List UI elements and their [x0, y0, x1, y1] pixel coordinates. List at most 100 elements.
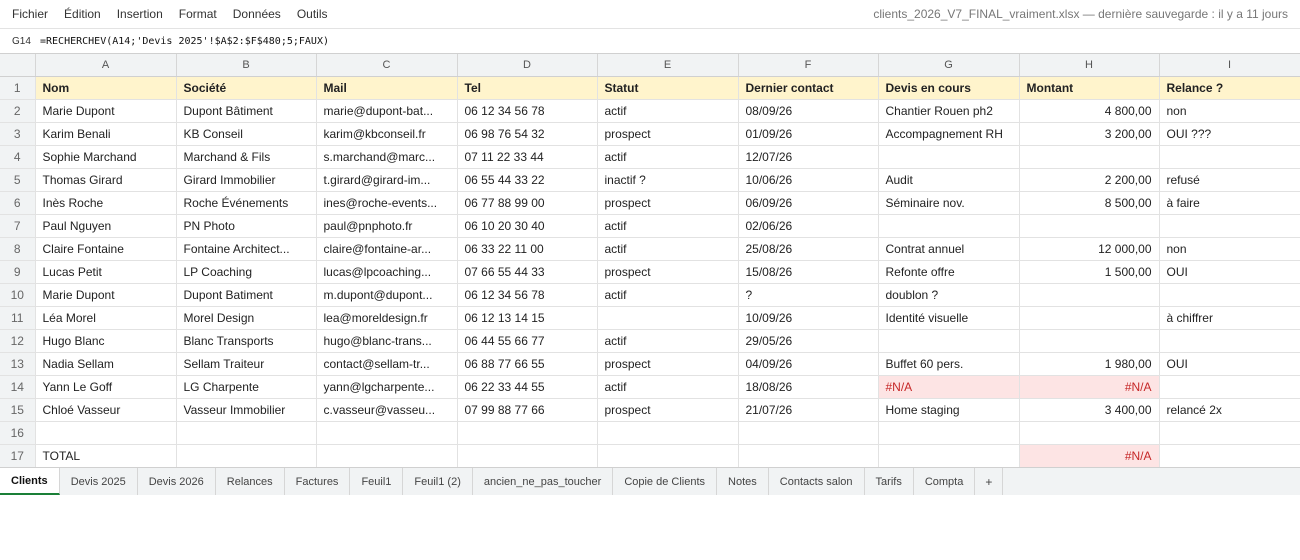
cell-g13[interactable]: Buffet 60 pers.	[878, 352, 1020, 376]
sheet-tab-compta[interactable]: Compta	[914, 468, 976, 495]
sheet-tab-copie-de-clients[interactable]: Copie de Clients	[613, 468, 718, 495]
cell-f5[interactable]: 10/06/26	[738, 168, 879, 192]
cell-b4[interactable]: Marchand & Fils	[176, 145, 317, 169]
cell-b9[interactable]: LP Coaching	[176, 260, 317, 284]
cell-e1[interactable]: Statut	[597, 76, 739, 100]
cell-b16[interactable]	[176, 421, 317, 445]
cell-a9[interactable]: Lucas Petit	[35, 260, 177, 284]
cell-e5[interactable]: inactif ?	[597, 168, 739, 192]
cell-g5[interactable]: Audit	[878, 168, 1020, 192]
cell-h8[interactable]: 12 000,00	[1019, 237, 1160, 261]
cell-g7[interactable]	[878, 214, 1020, 238]
cell-d6[interactable]: 06 77 88 99 00	[457, 191, 598, 215]
cell-f4[interactable]: 12/07/26	[738, 145, 879, 169]
cell-c10[interactable]: m.dupont@dupont...	[316, 283, 458, 307]
cell-d10[interactable]: 06 12 34 56 78	[457, 283, 598, 307]
column-header-d[interactable]: D	[457, 54, 598, 77]
cell-g14[interactable]: #N/A	[878, 375, 1020, 399]
cell-c5[interactable]: t.girard@girard-im...	[316, 168, 458, 192]
cell-f15[interactable]: 21/07/26	[738, 398, 879, 422]
row-number[interactable]: 3	[0, 122, 36, 146]
cell-c6[interactable]: ines@roche-events...	[316, 191, 458, 215]
cell-i12[interactable]	[1159, 329, 1300, 353]
row-number[interactable]: 4	[0, 145, 36, 169]
cell-b11[interactable]: Morel Design	[176, 306, 317, 330]
cell-h10[interactable]	[1019, 283, 1160, 307]
sheet-tab-devis-2026[interactable]: Devis 2026	[138, 468, 216, 495]
cell-c15[interactable]: c.vasseur@vasseu...	[316, 398, 458, 422]
cell-f8[interactable]: 25/08/26	[738, 237, 879, 261]
cell-h4[interactable]	[1019, 145, 1160, 169]
cell-g12[interactable]	[878, 329, 1020, 353]
cell-e4[interactable]: actif	[597, 145, 739, 169]
cell-g3[interactable]: Accompagnement RH	[878, 122, 1020, 146]
cell-a2[interactable]: Marie Dupont	[35, 99, 177, 123]
cell-b7[interactable]: PN Photo	[176, 214, 317, 238]
cell-h5[interactable]: 2 200,00	[1019, 168, 1160, 192]
sheet-tab-feuil1[interactable]: Feuil1	[350, 468, 404, 495]
row-number[interactable]: 17	[0, 444, 36, 468]
cell-a14[interactable]: Yann Le Goff	[35, 375, 177, 399]
cell-d13[interactable]: 06 88 77 66 55	[457, 352, 598, 376]
column-header-g[interactable]: G	[878, 54, 1020, 77]
cell-c3[interactable]: karim@kbconseil.fr	[316, 122, 458, 146]
cell-h13[interactable]: 1 980,00	[1019, 352, 1160, 376]
cell-i2[interactable]: non	[1159, 99, 1300, 123]
row-number[interactable]: 12	[0, 329, 36, 353]
cell-b12[interactable]: Blanc Transports	[176, 329, 317, 353]
cell-i7[interactable]	[1159, 214, 1300, 238]
cell-c4[interactable]: s.marchand@marc...	[316, 145, 458, 169]
row-number[interactable]: 15	[0, 398, 36, 422]
cell-h2[interactable]: 4 800,00	[1019, 99, 1160, 123]
cell-c13[interactable]: contact@sellam-tr...	[316, 352, 458, 376]
cell-g2[interactable]: Chantier Rouen ph2	[878, 99, 1020, 123]
menu-insertion[interactable]: Insertion	[109, 0, 171, 28]
sheet-tab-ancien-ne-pas-toucher[interactable]: ancien_ne_pas_toucher	[473, 468, 614, 495]
column-header-f[interactable]: F	[738, 54, 879, 77]
cell-c8[interactable]: claire@fontaine-ar...	[316, 237, 458, 261]
cell-h7[interactable]	[1019, 214, 1160, 238]
cell-i10[interactable]	[1159, 283, 1300, 307]
cell-f2[interactable]: 08/09/26	[738, 99, 879, 123]
cell-h16[interactable]	[1019, 421, 1160, 445]
sheet-tab-contacts-salon[interactable]: Contacts salon	[769, 468, 865, 495]
cell-g15[interactable]: Home staging	[878, 398, 1020, 422]
column-header-h[interactable]: H	[1019, 54, 1160, 77]
cell-g10[interactable]: doublon ?	[878, 283, 1020, 307]
cell-a3[interactable]: Karim Benali	[35, 122, 177, 146]
cell-d15[interactable]: 07 99 88 77 66	[457, 398, 598, 422]
cell-f17[interactable]	[738, 444, 879, 468]
cell-a11[interactable]: Léa Morel	[35, 306, 177, 330]
cell-b2[interactable]: Dupont Bâtiment	[176, 99, 317, 123]
sheet-tab-relances[interactable]: Relances	[216, 468, 285, 495]
cell-e9[interactable]: prospect	[597, 260, 739, 284]
cell-d3[interactable]: 06 98 76 54 32	[457, 122, 598, 146]
cell-b13[interactable]: Sellam Traiteur	[176, 352, 317, 376]
cell-h1[interactable]: Montant	[1019, 76, 1160, 100]
formula-input[interactable]: =RECHERCHEV(A14;'Devis 2025'!$A$2:$F$480…	[34, 36, 329, 47]
cell-a10[interactable]: Marie Dupont	[35, 283, 177, 307]
cell-d11[interactable]: 06 12 13 14 15	[457, 306, 598, 330]
row-number[interactable]: 13	[0, 352, 36, 376]
cell-h12[interactable]	[1019, 329, 1160, 353]
cell-e8[interactable]: actif	[597, 237, 739, 261]
row-number[interactable]: 8	[0, 237, 36, 261]
cell-c17[interactable]	[316, 444, 458, 468]
cell-e16[interactable]	[597, 421, 739, 445]
cell-d16[interactable]	[457, 421, 598, 445]
row-number[interactable]: 2	[0, 99, 36, 123]
menu-format[interactable]: Format	[171, 0, 225, 28]
cell-a17[interactable]: TOTAL	[35, 444, 177, 468]
cell-h17[interactable]: #N/A	[1019, 444, 1160, 468]
cell-a13[interactable]: Nadia Sellam	[35, 352, 177, 376]
sheet-tab-factures[interactable]: Factures	[285, 468, 351, 495]
cell-i11[interactable]: à chiffrer	[1159, 306, 1300, 330]
cell-i17[interactable]	[1159, 444, 1300, 468]
row-number[interactable]: 5	[0, 168, 36, 192]
cell-e2[interactable]: actif	[597, 99, 739, 123]
cell-g17[interactable]	[878, 444, 1020, 468]
cell-d12[interactable]: 06 44 55 66 77	[457, 329, 598, 353]
cell-a12[interactable]: Hugo Blanc	[35, 329, 177, 353]
row-number[interactable]: 7	[0, 214, 36, 238]
cell-g6[interactable]: Séminaire nov.	[878, 191, 1020, 215]
